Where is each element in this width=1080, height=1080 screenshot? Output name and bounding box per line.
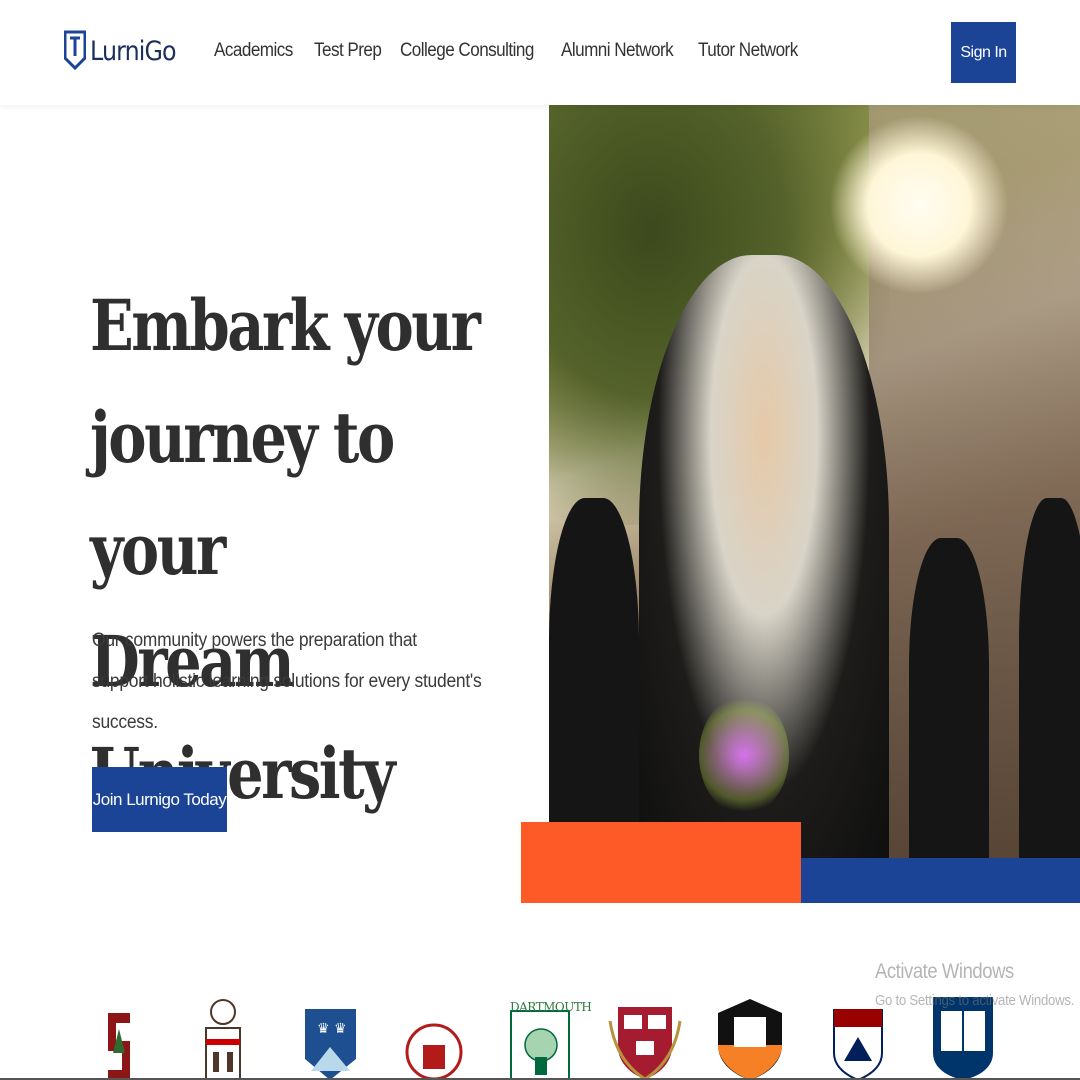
columbia-logo-icon: ♛ ♛: [305, 1009, 356, 1080]
svg-text:♛ ♛: ♛ ♛: [317, 1021, 347, 1037]
nav-tutor-network[interactable]: Tutor Network: [698, 40, 798, 62]
sign-in-button[interactable]: Sign In: [951, 22, 1016, 83]
blue-accent-bar: [801, 858, 1080, 903]
nav-college-consulting[interactable]: College Consulting: [400, 40, 534, 62]
photo-lens-flare: [699, 695, 789, 815]
dartmouth-wordmark: DARTMOUTH: [510, 1000, 592, 1014]
main-nav: Academics Test Prep College Consulting A…: [214, 40, 801, 62]
yale-logo-icon: [933, 997, 993, 1080]
watermark-subtitle: Go to Settings to activate Windows.: [875, 992, 1075, 1009]
brand-name: LurniGo: [90, 35, 177, 67]
stanford-logo-icon: [108, 1013, 130, 1080]
site-header: LurniGo Academics Test Prep College Cons…: [0, 0, 1080, 105]
hero-graduation-photo: [549, 105, 1080, 858]
hero-title: Embark your journey to your Dream Univer…: [90, 270, 516, 830]
brand-logo[interactable]: LurniGo: [64, 28, 187, 74]
princeton-logo-icon: [718, 999, 782, 1080]
brown-logo-icon: [205, 999, 241, 1080]
cornell-logo-icon: [405, 1023, 463, 1080]
hero-title-line: journey to your: [90, 396, 395, 591]
nav-test-prep[interactable]: Test Prep: [314, 40, 382, 62]
harvard-logo-icon: [608, 1007, 682, 1080]
photo-graduate-figure: [1019, 498, 1080, 858]
orange-accent-bar: [521, 822, 801, 903]
hero-subtitle-line: Our community powers the preparation tha…: [92, 630, 417, 651]
penn-logo-icon: [833, 1009, 883, 1080]
nav-alumni-network[interactable]: Alumni Network: [561, 40, 674, 62]
shield-logo-icon: [64, 30, 86, 71]
photo-sun-glare: [829, 115, 1009, 295]
join-lurnigo-button[interactable]: Join Lurnigo Today: [92, 767, 227, 832]
hero-title-line: Embark your: [90, 284, 481, 367]
hero-subtitle-line: support holistic learning solutions for …: [92, 671, 482, 733]
watermark-title: Activate Windows: [875, 960, 1014, 983]
photo-graduate-figure: [909, 538, 989, 858]
hero-subtitle: Our community powers the preparation tha…: [92, 620, 497, 743]
activate-windows-watermark: Activate Windows Go to Settings to activ…: [875, 960, 1080, 1009]
photo-graduate-figure: [549, 498, 639, 858]
nav-academics[interactable]: Academics: [214, 40, 293, 62]
